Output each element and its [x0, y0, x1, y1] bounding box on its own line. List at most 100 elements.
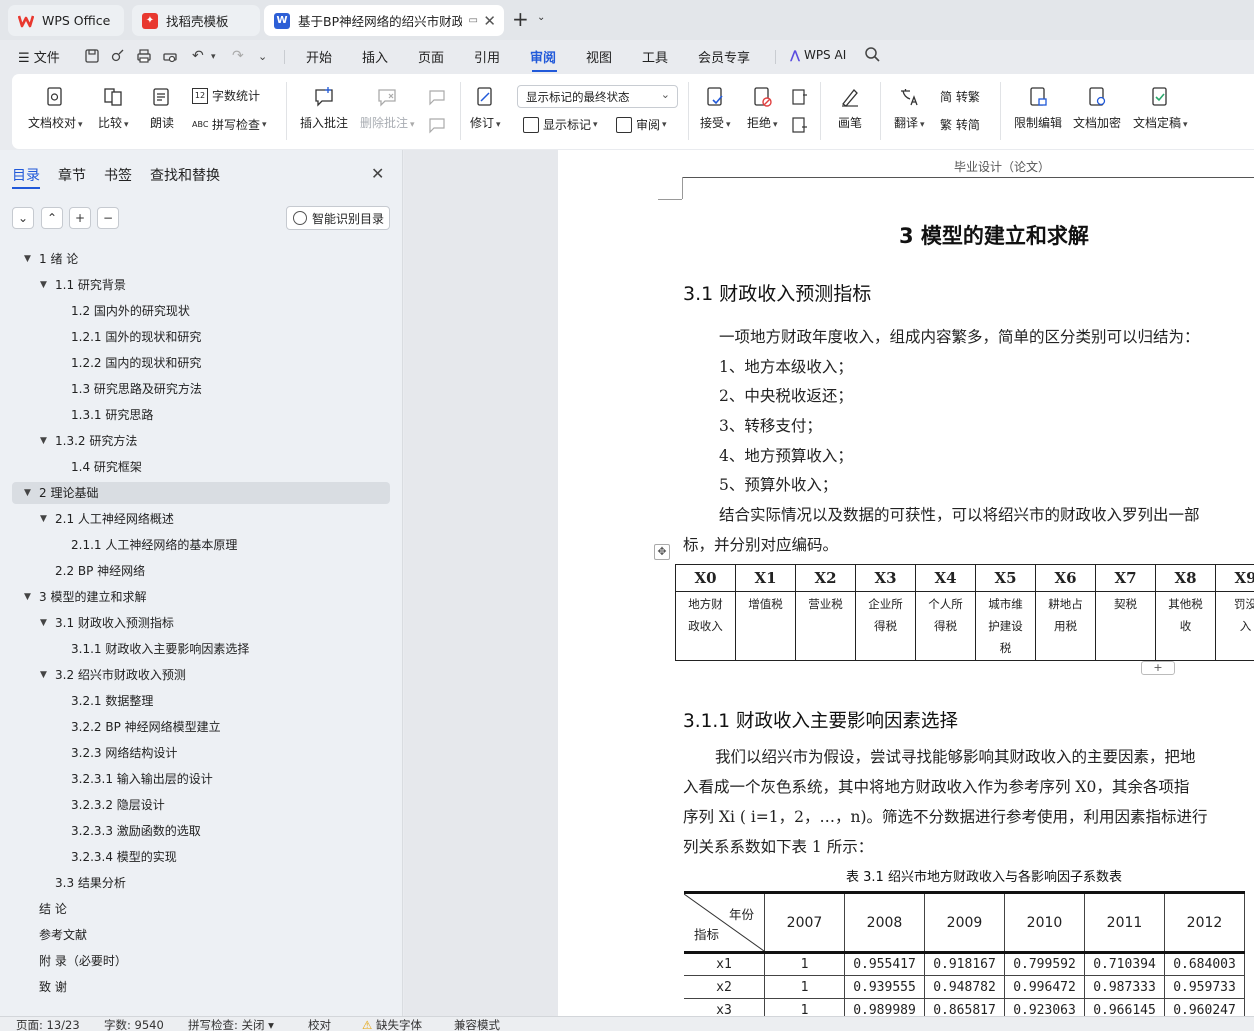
word-count-button[interactable]: 12 字数统计	[192, 87, 260, 104]
toc-item[interactable]: 3.3 结果分析	[12, 872, 390, 894]
insert-comment-button[interactable]: 插入批注	[300, 86, 348, 131]
previous-change-button[interactable]	[791, 88, 809, 109]
monitor-icon[interactable]: ▭	[469, 15, 478, 26]
wps-ai-button[interactable]: ⋀ WPS AI	[790, 48, 846, 62]
toc-item[interactable]: ▼ 2.1 人工神经网络概述	[12, 508, 390, 530]
to-simplified-button[interactable]: 繁 转简	[940, 116, 980, 133]
expand-arrow-icon[interactable]: ▼	[40, 508, 47, 530]
remove-heading-button[interactable]: −	[97, 207, 119, 229]
track-changes-button[interactable]: 修订 ▾	[470, 86, 501, 131]
toc-item[interactable]: 3.1.1 财政收入主要影响因素选择	[12, 638, 390, 660]
toc-item[interactable]: 致 谢	[12, 976, 390, 998]
review-pane-button[interactable]: 审阅 ▾	[616, 116, 667, 133]
spell-check-button[interactable]: ABC 拼写检查 ▾	[192, 116, 267, 133]
undo-dropdown-icon[interactable]: ▾	[211, 52, 216, 62]
toc-item[interactable]: 1.2 国内外的研究现状	[12, 300, 390, 322]
menu-view[interactable]: 视图	[586, 47, 612, 66]
toc-item[interactable]: 3.2.1 数据整理	[12, 690, 390, 712]
toc-item[interactable]: 1.2.2 国内的现状和研究	[12, 352, 390, 374]
toc-item[interactable]: 2.1.1 人工神经网络的基本原理	[12, 534, 390, 556]
tab-docer-templates[interactable]: ✦ 找稻壳模板	[132, 5, 260, 36]
expand-arrow-icon[interactable]: ▼	[24, 586, 31, 608]
translate-button[interactable]: 翻译 ▾	[894, 86, 925, 131]
toc-item[interactable]: 3.2.3.1 输入输出层的设计	[12, 768, 390, 790]
toc-item[interactable]: 2.2 BP 神经网络	[12, 560, 390, 582]
missing-font-status[interactable]: ⚠ 缺失字体	[362, 1019, 422, 1031]
undo-icon[interactable]: ↶	[192, 48, 204, 64]
expand-arrow-icon[interactable]: ▼	[40, 430, 47, 452]
menu-member[interactable]: 会员专享	[698, 47, 750, 66]
accept-button[interactable]: 接受 ▾	[700, 86, 731, 131]
redo-icon[interactable]: ↷	[232, 48, 244, 64]
print-icon[interactable]	[136, 48, 152, 68]
tab-wps-office[interactable]: WPS Office	[8, 5, 124, 36]
pen-button[interactable]: 画笔	[838, 86, 862, 131]
expand-arrow-icon[interactable]: ▼	[24, 482, 31, 504]
reject-button[interactable]: 拒绝 ▾	[747, 86, 778, 131]
print-preview-icon[interactable]	[162, 48, 178, 68]
share-icon[interactable]	[110, 48, 126, 68]
collapse-all-button[interactable]: ⌄	[12, 207, 34, 229]
delete-comment-button[interactable]: 删除批注 ▾	[360, 86, 415, 131]
doc-check-button[interactable]: 文档校对 ▾	[28, 86, 83, 131]
toc-item[interactable]: ▼ 1.3.2 研究方法	[12, 430, 390, 452]
menu-review[interactable]: 审阅	[530, 47, 556, 66]
close-icon[interactable]: ✕	[371, 164, 384, 183]
compare-button[interactable]: 比较 ▾	[98, 86, 129, 131]
close-tab-icon[interactable]: ✕	[483, 12, 496, 30]
toc-item[interactable]: 1.2.1 国外的现状和研究	[12, 326, 390, 348]
toc-item[interactable]: ▼ 1 绪 论	[12, 248, 390, 270]
toc-item[interactable]: 3.2.3.4 模型的实现	[12, 846, 390, 868]
expand-arrow-icon[interactable]: ▼	[40, 274, 47, 296]
toc-item[interactable]: ▼ 3.1 财政收入预测指标	[12, 612, 390, 634]
search-icon[interactable]	[864, 46, 880, 66]
nav-tab-chapters[interactable]: 章节	[58, 165, 86, 185]
encrypt-button[interactable]: 文档加密	[1073, 86, 1121, 131]
toc-item[interactable]: 3.2.2 BP 神经网络模型建立	[12, 716, 390, 738]
tab-current-document[interactable]: W 基于BP神经网络的绍兴市财政 ▭ ✕	[264, 5, 504, 36]
document-area[interactable]: 毕业设计（论文） 3 模型的建立和求解 3.1 财政收入预测指标 一项地方财政年…	[404, 150, 1254, 1016]
more-chevron-icon[interactable]: ⌄	[258, 50, 267, 63]
spell-check-status[interactable]: 拼写检查: 关闭 ▾	[188, 1019, 274, 1031]
smart-toc-button[interactable]: 智能识别目录	[286, 206, 390, 230]
add-table-row-button[interactable]: +	[1141, 661, 1175, 675]
chevron-down-icon[interactable]: ⌄	[537, 12, 545, 23]
add-heading-button[interactable]: +	[69, 207, 91, 229]
toc-item[interactable]: ▼ 3.2 绍兴市财政收入预测	[12, 664, 390, 686]
toc-item[interactable]: 结 论	[12, 898, 390, 920]
read-aloud-button[interactable]: 朗读	[150, 86, 174, 131]
nav-tab-find-replace[interactable]: 查找和替换	[150, 165, 220, 185]
show-markup-button[interactable]: 显示标记 ▾	[523, 116, 598, 133]
menu-insert[interactable]: 插入	[362, 47, 388, 66]
to-traditional-button[interactable]: 简 转繁	[940, 88, 980, 105]
nav-tab-bookmarks[interactable]: 书签	[104, 165, 132, 185]
toc-item[interactable]: ▼ 2 理论基础	[12, 482, 390, 504]
expand-arrow-icon[interactable]: ▼	[24, 248, 31, 270]
menu-tools[interactable]: 工具	[642, 47, 668, 66]
restrict-edit-button[interactable]: 限制编辑	[1014, 86, 1062, 131]
menu-reference[interactable]: 引用	[474, 47, 500, 66]
new-tab-icon[interactable]: +	[512, 9, 529, 29]
menu-file[interactable]: ☰ 文件	[18, 47, 60, 66]
expand-arrow-icon[interactable]: ▼	[40, 664, 47, 686]
toc-item[interactable]: 3.2.3.2 隐层设计	[12, 794, 390, 816]
move-up-button[interactable]: ⌃	[41, 207, 63, 229]
word-count-status[interactable]: 字数: 9540	[104, 1019, 164, 1031]
finalize-button[interactable]: 文档定稿 ▾	[1133, 86, 1188, 131]
table-move-handle-icon[interactable]: ✥	[654, 544, 670, 560]
previous-comment-button[interactable]	[428, 88, 446, 109]
document-page[interactable]: 毕业设计（论文） 3 模型的建立和求解 3.1 财政收入预测指标 一项地方财政年…	[558, 150, 1254, 1016]
nav-tab-toc[interactable]: 目录	[12, 165, 40, 185]
markup-mode-select[interactable]: 显示标记的最终状态 ⌄	[517, 85, 678, 108]
toc-item[interactable]: 1.3.1 研究思路	[12, 404, 390, 426]
toc-item[interactable]: 1.3 研究思路及研究方法	[12, 378, 390, 400]
toc-item[interactable]: 附 录（必要时）	[12, 950, 390, 972]
save-icon[interactable]	[84, 48, 100, 68]
toc-item[interactable]: 参考文献	[12, 924, 390, 946]
expand-arrow-icon[interactable]: ▼	[40, 612, 47, 634]
toc-item[interactable]: 1.4 研究框架	[12, 456, 390, 478]
toc-item[interactable]: ▼ 1.1 研究背景	[12, 274, 390, 296]
menu-page[interactable]: 页面	[418, 47, 444, 66]
next-change-button[interactable]	[791, 116, 809, 137]
toc-item[interactable]: 3.2.3 网络结构设计	[12, 742, 390, 764]
